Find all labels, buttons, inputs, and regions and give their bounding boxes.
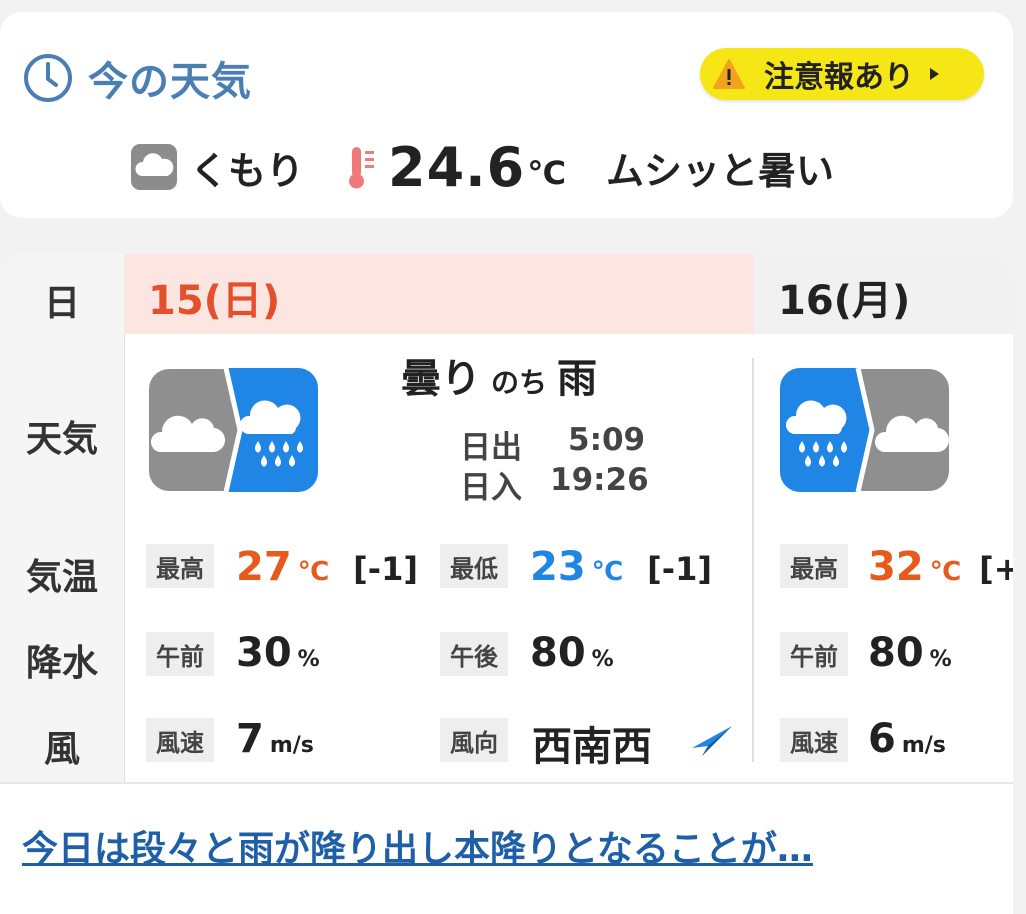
weather-second: 雨 <box>557 356 597 402</box>
wind-unit: m/s <box>901 733 946 758</box>
current-temperature: 24.6 <box>388 135 526 199</box>
precip-value: 80 <box>530 630 586 676</box>
row-label-day: 日 <box>43 283 80 324</box>
high-temp-today: 27 ℃ [-1] <box>236 544 418 590</box>
pm-precip-tag: 午後 <box>440 632 508 676</box>
precip-value: 30 <box>236 630 292 676</box>
clock-icon <box>24 54 72 102</box>
wind-direction-today: 西南西 <box>532 714 652 772</box>
wind-direction-arrow-icon <box>692 726 732 756</box>
percent-unit: % <box>929 647 952 672</box>
temperature-unit: ℃ <box>527 154 566 192</box>
wind-speed-tag: 風速 <box>146 718 214 762</box>
row-label-temp: 気温 <box>25 557 98 598</box>
weather-connector: のち <box>490 366 547 399</box>
wind-speed-value: 7 <box>236 716 264 762</box>
feels-like-text: ムシッと暑い <box>606 148 835 193</box>
low-temp-diff: [-1] <box>647 550 712 588</box>
am-precip-tomorrow: 80 % <box>868 630 952 676</box>
date-label: 16(月) <box>778 278 911 324</box>
date-label: 15(日) <box>148 278 281 324</box>
temp-unit: ℃ <box>297 557 330 587</box>
column-divider <box>752 358 754 762</box>
warning-icon <box>713 59 745 89</box>
row-label-precip: 降水 <box>25 643 98 684</box>
sunset-label: 日入 <box>460 470 522 506</box>
high-temp-diff: [-1] <box>353 550 418 588</box>
am-precip-tag: 午前 <box>780 632 848 676</box>
wind-speed-today: 7 m/s <box>236 716 314 762</box>
rain-then-cloudy-icon <box>780 368 950 492</box>
precip-value: 80 <box>868 630 924 676</box>
sunrise-label: 日出 <box>460 430 522 466</box>
temp-unit: ℃ <box>929 557 962 587</box>
high-temp-value: 32 <box>868 544 924 590</box>
high-temp-value: 27 <box>236 544 292 590</box>
forecast-summary-link[interactable]: 今日は段々と雨が降り出し本降りとなることが… <box>22 820 813 872</box>
low-temp-today: 23 ℃ [-1] <box>530 544 712 590</box>
am-precip-tag: 午前 <box>146 632 214 676</box>
high-temp-tag: 最高 <box>146 544 214 588</box>
wind-speed-tomorrow: 6 m/s <box>868 716 946 762</box>
advisory-label: 注意報あり <box>764 60 914 95</box>
day-header-today: 15(日) <box>124 254 754 334</box>
forecast-table: 日 天気 気温 降水 風 15(日) 16(月) 曇り のち雨 日出 5:09 日… <box>0 254 1013 914</box>
weather-description: 曇り のち雨 <box>314 346 684 404</box>
current-weather-header: 今の天気 <box>22 50 252 106</box>
sunset-time: 19:26 <box>550 462 649 498</box>
cloudy-then-rain-icon <box>149 368 318 492</box>
pm-precip-today: 80 % <box>530 630 614 676</box>
wind-speed-tag: 風速 <box>780 718 848 762</box>
high-temp-tag: 最高 <box>780 544 848 588</box>
chevron-right-icon <box>930 68 939 80</box>
wind-dir-tag: 風向 <box>440 718 508 762</box>
low-temp-tag: 最低 <box>440 544 508 588</box>
high-temp-tomorrow: 32 ℃ [+5 <box>868 544 1013 590</box>
advisory-button[interactable]: 注意報あり <box>700 48 984 100</box>
temp-unit: ℃ <box>591 557 624 587</box>
thermometer-icon <box>349 147 375 189</box>
percent-unit: % <box>591 647 614 672</box>
day-header-tomorrow: 16(月) <box>754 254 1013 334</box>
wind-unit: m/s <box>269 733 314 758</box>
current-condition: くもり <box>190 148 305 193</box>
wind-direction-value: 西南西 <box>532 724 652 770</box>
row-label-wind: 風 <box>43 729 80 770</box>
low-temp-value: 23 <box>530 544 586 590</box>
row-label-column <box>0 254 125 782</box>
wind-speed-value: 6 <box>868 716 896 762</box>
row-label-weather: 天気 <box>25 419 98 460</box>
weather-first: 曇り <box>400 356 481 402</box>
section-divider <box>0 782 1013 784</box>
am-precip-today: 30 % <box>236 630 320 676</box>
current-weather-title: 今の天気 <box>88 59 252 105</box>
high-temp-diff: [+5 <box>979 550 1013 588</box>
sunrise-time: 5:09 <box>568 422 646 458</box>
current-weather-card: 今の天気 注意報あり くもり 24.6 ℃ ムシッと暑い <box>0 12 1013 218</box>
cloud-icon <box>131 144 177 190</box>
percent-unit: % <box>297 647 320 672</box>
current-conditions: くもり 24.6 ℃ ムシッと暑い <box>130 132 834 202</box>
